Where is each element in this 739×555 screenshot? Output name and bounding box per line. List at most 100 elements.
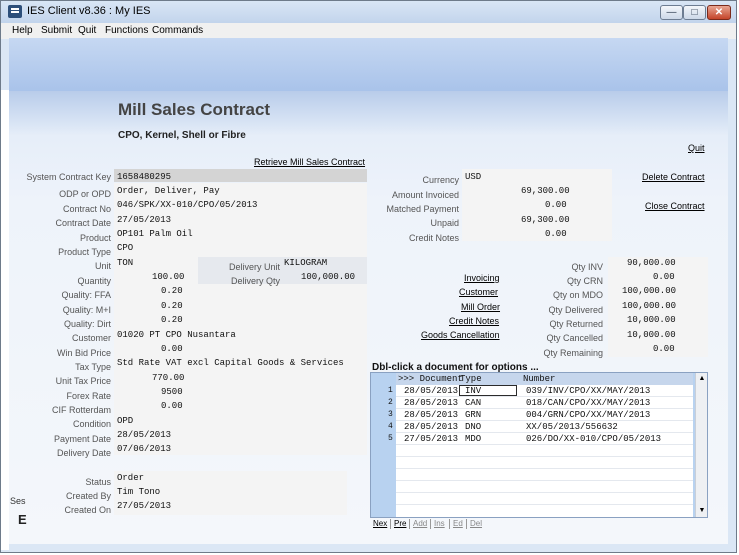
row-number: 5 (388, 434, 393, 443)
table-row (396, 481, 693, 493)
documents-scrollbar[interactable]: ▲ ▼ (695, 373, 707, 517)
row-type[interactable]: MDO (465, 434, 481, 444)
next-button[interactable]: Nex (373, 519, 387, 528)
customer-value[interactable]: 01020 PT CPO Nusantara (117, 330, 236, 340)
toolbar-divider (390, 519, 391, 529)
status-label: Status (85, 477, 111, 487)
row-type[interactable]: INV (465, 386, 481, 396)
delivery-date-value[interactable]: 07/06/2013 (117, 444, 171, 454)
menu-quit[interactable]: Quit (78, 25, 96, 36)
product-type-value[interactable]: CPO (117, 243, 133, 253)
invoicing-link[interactable]: Invoicing (464, 273, 500, 283)
column-header-type[interactable]: Type (460, 374, 482, 384)
quality-dirt-label: Quality: Dirt (63, 319, 111, 329)
toolbar-divider (430, 519, 431, 529)
customer-link[interactable]: Customer (459, 287, 498, 297)
menu-submit[interactable]: Submit (41, 25, 72, 36)
cif-rotterdam-value[interactable]: 0.00 (161, 401, 183, 411)
row-date[interactable]: 28/05/2013 (404, 410, 458, 420)
odp-or-opd-value[interactable]: Order, Deliver, Pay (117, 186, 220, 196)
qty-on-mdo-label: Qty on MDO (552, 290, 603, 300)
row-number-text[interactable]: XX/05/2013/556632 (526, 422, 618, 432)
product-value[interactable]: OP101 Palm Oil (117, 229, 193, 239)
goods-cancellation-link[interactable]: Goods Cancellation (421, 330, 500, 340)
row-date[interactable]: 28/05/2013 (404, 386, 458, 396)
delete-button[interactable]: Del (470, 519, 482, 528)
menu-commands[interactable]: Commands (152, 25, 203, 36)
quantity-value[interactable]: 100.00 (152, 272, 184, 282)
title-bar: IES Client v8.36 : My IES (1, 1, 736, 23)
quality-ffa-value[interactable]: 0.20 (161, 286, 183, 296)
delivery-unit-value[interactable]: KILOGRAM (284, 258, 327, 268)
mill-order-link[interactable]: Mill Order (461, 302, 500, 312)
row-number-text[interactable]: 004/GRN/CPO/XX/MAY/2013 (526, 410, 650, 420)
delivery-qty-value[interactable]: 100,000.00 (301, 272, 355, 282)
row-type[interactable]: GRN (465, 410, 481, 420)
page-subtitle: CPO, Kernel, Shell or Fibre (118, 130, 246, 141)
payment-date-value[interactable]: 28/05/2013 (117, 430, 171, 440)
edit-button[interactable]: Ed (453, 519, 463, 528)
created-by-label: Created By (65, 491, 111, 501)
add-button[interactable]: Add (413, 519, 427, 528)
retrieve-contract-link[interactable]: Retrieve Mill Sales Contract (254, 157, 365, 167)
currency-label: Currency (422, 175, 459, 185)
row-date[interactable]: 28/05/2013 (404, 422, 458, 432)
table-row (396, 493, 693, 505)
row-date[interactable]: 27/05/2013 (404, 434, 458, 444)
maximize-button[interactable]: □ (683, 5, 706, 20)
row-number-text[interactable]: 026/DO/XX-010/CPO/05/2013 (526, 434, 661, 444)
credit-notes-link[interactable]: Credit Notes (449, 316, 499, 326)
scroll-up-icon[interactable]: ▲ (697, 374, 707, 384)
quality-mi-value[interactable]: 0.20 (161, 301, 183, 311)
contract-no-value[interactable]: 046/SPK/XX-010/CPO/05/2013 (117, 200, 257, 210)
row-date[interactable]: 28/05/2013 (404, 398, 458, 408)
created-on-value: 27/05/2013 (117, 501, 172, 511)
close-contract-link[interactable]: Close Contract (645, 201, 705, 211)
qty-inv-value: 90,000.00 (627, 258, 676, 268)
odp-or-opd-label: ODP or OPD (59, 189, 111, 199)
condition-value[interactable]: OPD (117, 416, 133, 426)
unit-value[interactable]: TON (117, 258, 133, 268)
row-number: 2 (388, 398, 393, 407)
win-bid-price-value[interactable]: 0.00 (161, 344, 183, 354)
unit-tax-price-value[interactable]: 770.00 (152, 373, 184, 383)
close-window-button[interactable]: ✕ (707, 5, 731, 20)
delete-contract-link[interactable]: Delete Contract (642, 172, 705, 182)
previous-button[interactable]: Pre (394, 519, 406, 528)
unpaid-label: Unpaid (430, 218, 459, 228)
menu-functions[interactable]: Functions (105, 25, 148, 36)
row-number-text[interactable]: 018/CAN/CPO/XX/MAY/2013 (526, 398, 650, 408)
credit-notes-value: 0.00 (545, 229, 567, 239)
app-icon (8, 5, 22, 18)
tax-type-value[interactable]: Std Rate VAT excl Capital Goods & Servic… (117, 358, 344, 368)
row-number: 3 (388, 410, 393, 419)
toolbar-divider (409, 519, 410, 529)
header-band (9, 38, 728, 91)
column-header-number[interactable]: Number (523, 374, 555, 384)
system-contract-key-value: 1658480295 (117, 172, 172, 182)
row-type[interactable]: DNO (465, 422, 481, 432)
menu-help[interactable]: Help (12, 25, 33, 36)
financials-panel (462, 169, 612, 241)
forex-rate-value[interactable]: 9500 (161, 387, 183, 397)
contract-date-value[interactable]: 27/05/2013 (117, 215, 171, 225)
insert-button[interactable]: Ins (434, 519, 445, 528)
matched-payment-value: 0.00 (545, 200, 567, 210)
table-row (396, 469, 693, 481)
cif-rotterdam-label: CIF Rotterdam (51, 405, 111, 415)
minimize-button[interactable]: — (660, 5, 683, 20)
row-type[interactable]: CAN (465, 398, 481, 408)
qty-crn-label: Qty CRN (567, 276, 603, 286)
quantity-label: Quantity (77, 276, 111, 286)
scroll-down-icon[interactable]: ▼ (697, 506, 707, 516)
toolbar-divider (449, 519, 450, 529)
quality-dirt-value[interactable]: 0.20 (161, 315, 183, 325)
column-header-document[interactable]: >>> Document (398, 374, 463, 384)
quality-mi-label: Quality: M+I (62, 305, 111, 315)
quit-link[interactable]: Quit (688, 143, 705, 153)
close-icon: ✕ (714, 7, 724, 18)
table-row (396, 445, 693, 457)
matched-payment-label: Matched Payment (386, 204, 459, 214)
row-number-text[interactable]: 039/INV/CPO/XX/MAY/2013 (526, 386, 650, 396)
contract-date-label: Contract Date (55, 218, 111, 228)
